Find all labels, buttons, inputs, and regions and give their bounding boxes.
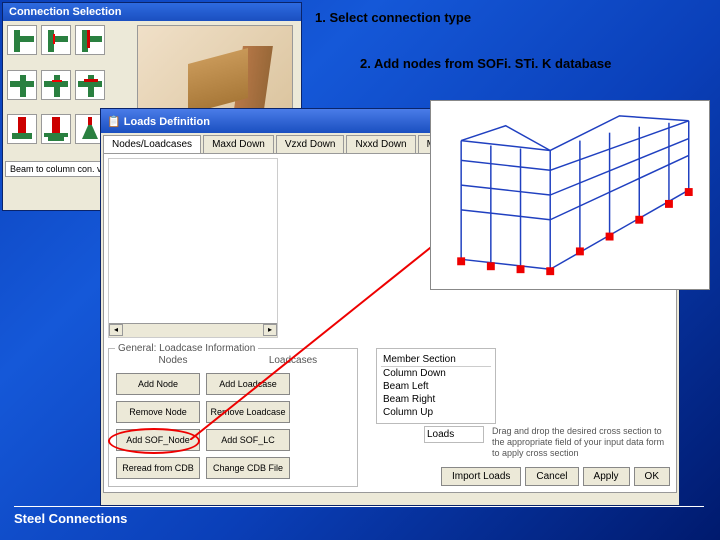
callout-step-2: 2. Add nodes from SOFi. STi. K database: [360, 56, 611, 71]
scroll-left-icon[interactable]: ◂: [109, 324, 123, 336]
list-header: Member Section: [381, 353, 491, 367]
list-item[interactable]: Column Down: [381, 367, 491, 380]
apply-button[interactable]: Apply: [583, 467, 630, 486]
loads-label: Loads: [424, 426, 484, 443]
callout-step-1: 1. Select connection type: [315, 10, 471, 25]
connection-type-1[interactable]: [7, 25, 37, 55]
tab-nxxd-down[interactable]: Nxxd Down: [346, 135, 415, 153]
list-item[interactable]: Beam Right: [381, 393, 491, 406]
connection-type-5[interactable]: [41, 70, 71, 100]
connection-type-7[interactable]: [7, 114, 37, 144]
connection-type-8[interactable]: [41, 114, 71, 144]
data-grid[interactable]: ◂ ▸: [108, 158, 278, 338]
list-item[interactable]: Column Up: [381, 406, 491, 419]
import-loads-button[interactable]: Import Loads: [441, 467, 521, 486]
add-loadcase-button[interactable]: Add Loadcase: [206, 373, 290, 395]
group-label: General: Loadcase Information: [115, 343, 258, 354]
cancel-button[interactable]: Cancel: [525, 467, 578, 486]
connection-type-2[interactable]: [41, 25, 71, 55]
instruction-text: Drag and drop the desired cross section …: [492, 426, 672, 458]
add-sof-lc-button[interactable]: Add SOF_LC: [206, 429, 290, 451]
add-node-button[interactable]: Add Node: [116, 373, 200, 395]
structural-model-preview: [430, 100, 710, 290]
column-nodes-label: Nodes: [113, 355, 233, 366]
change-cdb-button[interactable]: Change CDB File: [206, 457, 290, 479]
tab-maxd-down[interactable]: Maxd Down: [203, 135, 274, 153]
add-sof-node-button[interactable]: Add SOF_Node: [116, 429, 200, 451]
window-title: Connection Selection: [3, 3, 301, 21]
loadcase-info-group: General: Loadcase Information Nodes Load…: [108, 348, 358, 487]
scroll-right-icon[interactable]: ▸: [263, 324, 277, 336]
tab-nodes-loadcases[interactable]: Nodes/Loadcases: [103, 135, 201, 153]
tab-vzxd-down[interactable]: Vzxd Down: [276, 135, 345, 153]
remove-node-button[interactable]: Remove Node: [116, 401, 200, 423]
ok-button[interactable]: OK: [634, 467, 670, 486]
list-item[interactable]: Beam Left: [381, 380, 491, 393]
connection-type-4[interactable]: [7, 70, 37, 100]
window-title: 📋 Loads Definition: [107, 115, 210, 128]
footer-title: Steel Connections: [14, 506, 704, 526]
column-loadcases-label: Loadcases: [233, 355, 353, 366]
remove-loadcase-button[interactable]: Remove Loadcase: [206, 401, 290, 423]
connection-type-6[interactable]: [75, 70, 105, 100]
connection-type-3[interactable]: [75, 25, 105, 55]
member-section-list: Member Section Column Down Beam Left Bea…: [376, 348, 496, 424]
reread-cdb-button[interactable]: Reread from CDB: [116, 457, 200, 479]
